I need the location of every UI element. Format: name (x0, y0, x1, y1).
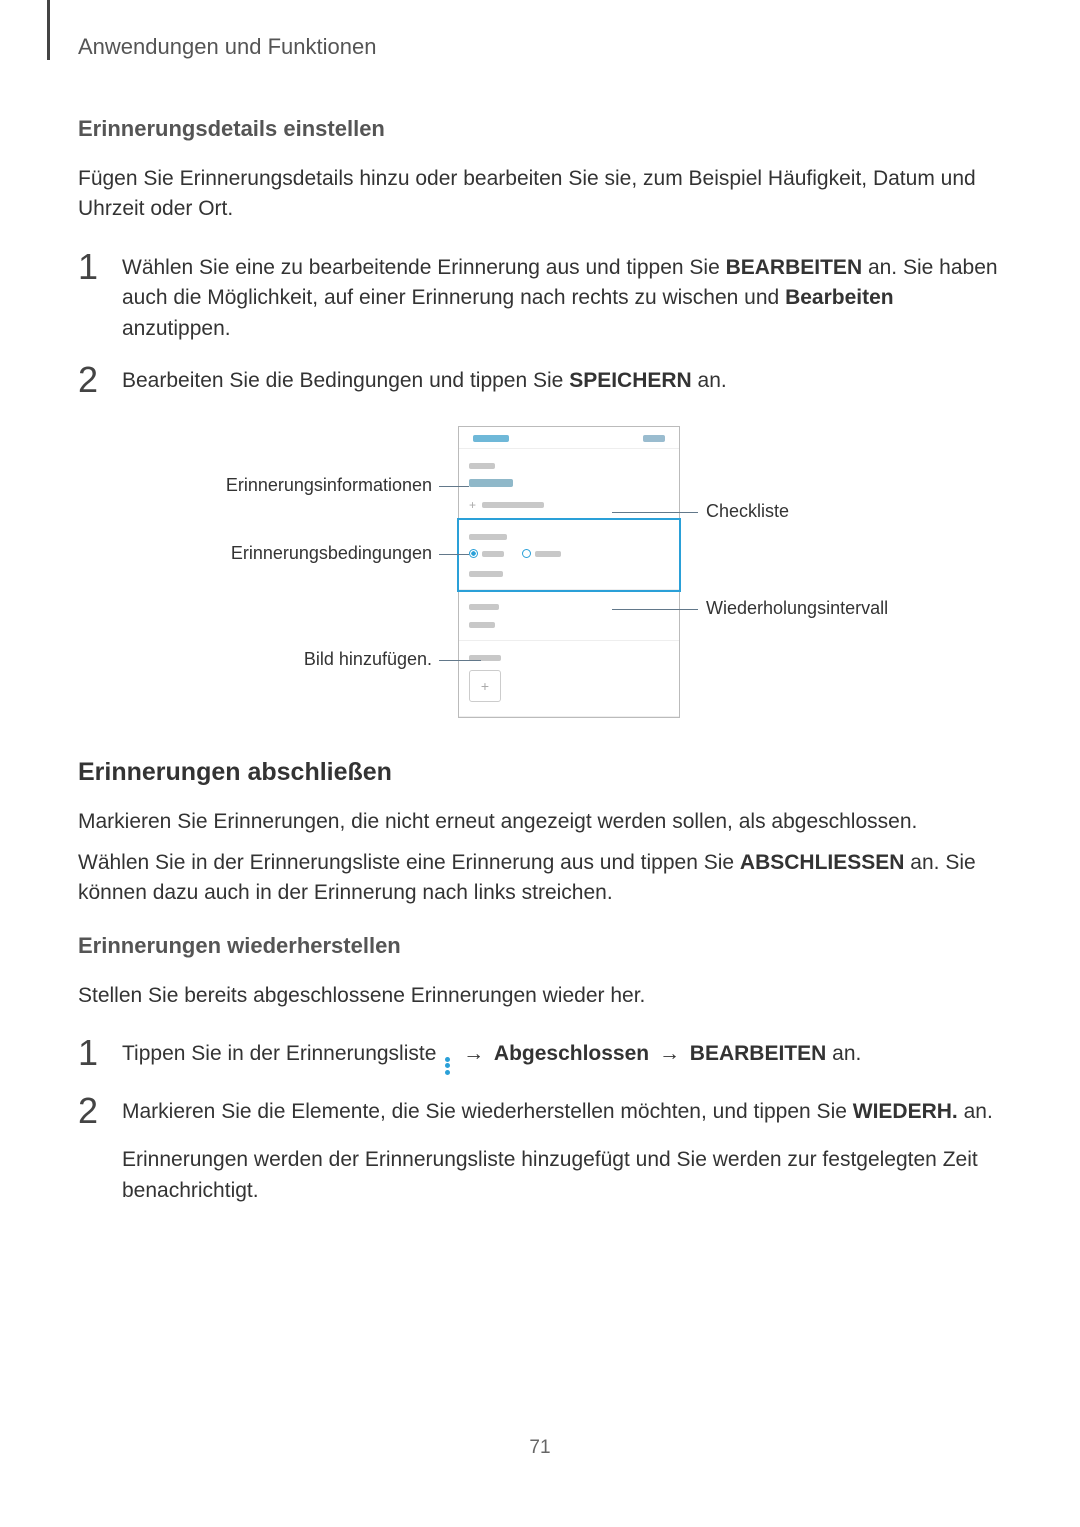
text-bold: ABSCHLIESSEN (740, 851, 905, 874)
callout-label: Wiederholungsintervall (706, 598, 888, 619)
placeholder-line (469, 479, 513, 487)
page-number: 71 (529, 1437, 550, 1459)
checklist-row: + (469, 498, 669, 512)
text-fragment: Wählen Sie eine zu bearbeitende Erinneru… (122, 256, 726, 279)
text-fragment: an. (692, 369, 727, 392)
text-bold: Abgeschlossen (494, 1042, 649, 1065)
text-bold: Bearbeiten (785, 286, 894, 309)
callout-label: Checkliste (706, 501, 789, 522)
leader-line (612, 609, 698, 610)
section-heading: Erinnerungen wiederherstellen (78, 933, 1002, 959)
header-left-placeholder (473, 435, 509, 442)
leader-line (439, 660, 481, 661)
radio-option-on (469, 549, 478, 558)
diagram-container: + + (78, 426, 1002, 716)
step-text: Tippen Sie in der Erinnerungsliste → Abg… (122, 1035, 861, 1075)
plus-icon: + (469, 498, 476, 512)
placeholder-line (469, 604, 499, 610)
text-fragment: Bearbeiten Sie die Bedingungen und tippe… (122, 369, 569, 392)
more-options-icon (445, 1057, 450, 1075)
step-sub-paragraph: Erinnerungen werden der Erinnerungsliste… (122, 1145, 1002, 1206)
placeholder-line (535, 551, 561, 557)
breadcrumb: Anwendungen und Funktionen (78, 34, 1002, 60)
diagram: + + (180, 426, 900, 716)
step-number: 1 (78, 1035, 122, 1071)
radio-option-off (522, 549, 531, 558)
phone-header (459, 427, 679, 449)
text-fragment: Tippen Sie in der Erinnerungsliste (122, 1042, 442, 1065)
step-number: 2 (78, 362, 122, 398)
steps-list-1: 1 Wählen Sie eine zu bearbeitende Erinne… (78, 249, 1002, 398)
reminder-conditions-section (459, 520, 679, 590)
add-image-box: + (469, 670, 501, 702)
step-text: Markieren Sie die Elemente, die Sie wied… (122, 1093, 1002, 1206)
page-tab-marker (47, 0, 50, 60)
text-fragment: Wählen Sie in der Erinnerungsliste eine … (78, 851, 740, 874)
step-number: 2 (78, 1093, 122, 1129)
radio-group (469, 549, 669, 558)
placeholder-line (469, 463, 495, 469)
header-right-placeholder (643, 435, 665, 442)
step-text: Wählen Sie eine zu bearbeitende Erinneru… (122, 249, 1002, 344)
leader-line (612, 512, 698, 513)
text-bold: BEARBEITEN (726, 256, 863, 279)
section-heading: Erinnerungsdetails einstellen (78, 116, 1002, 142)
step-number: 1 (78, 249, 122, 285)
callout-label: Bild hinzufügen. (304, 649, 432, 670)
placeholder-line (469, 622, 495, 628)
text-bold: BEARBEITEN (690, 1042, 827, 1065)
placeholder-line (482, 502, 544, 508)
paragraph: Wählen Sie in der Erinnerungsliste eine … (78, 848, 1002, 909)
intro-paragraph: Fügen Sie Erinnerungsdetails hinzu oder … (78, 164, 1002, 225)
arrow-separator: → (457, 1042, 490, 1065)
leader-line (439, 554, 469, 555)
step-text: Bearbeiten Sie die Bedingungen und tippe… (122, 362, 727, 396)
placeholder-line (469, 571, 503, 577)
placeholder-line (482, 551, 504, 557)
text-fragment: an. (826, 1042, 861, 1065)
repeat-section (459, 590, 679, 641)
callout-label: Erinnerungsinformationen (226, 475, 432, 496)
add-image-section: + (459, 641, 679, 717)
text-bold: SPEICHERN (569, 369, 692, 392)
phone-mockup: + + (458, 426, 680, 718)
leader-line (439, 486, 469, 487)
text-fragment: Markieren Sie die Elemente, die Sie wied… (122, 1100, 853, 1123)
section-heading-2: Erinnerungen abschließen (78, 758, 1002, 787)
steps-list-2: 1 Tippen Sie in der Erinnerungsliste → A… (78, 1035, 1002, 1206)
text-bold: WIEDERH. (853, 1100, 958, 1123)
text-fragment: an. (958, 1100, 993, 1123)
page-content: Anwendungen und Funktionen Erinnerungsde… (0, 0, 1080, 1206)
reminder-info-section: + (459, 449, 679, 520)
placeholder-line (469, 534, 507, 540)
callout-label: Erinnerungsbedingungen (231, 543, 432, 564)
text-fragment: anzutippen. (122, 317, 231, 340)
arrow-separator: → (653, 1042, 686, 1065)
paragraph: Markieren Sie Erinnerungen, die nicht er… (78, 807, 1002, 837)
intro-paragraph: Stellen Sie bereits abgeschlossene Erinn… (78, 981, 1002, 1011)
